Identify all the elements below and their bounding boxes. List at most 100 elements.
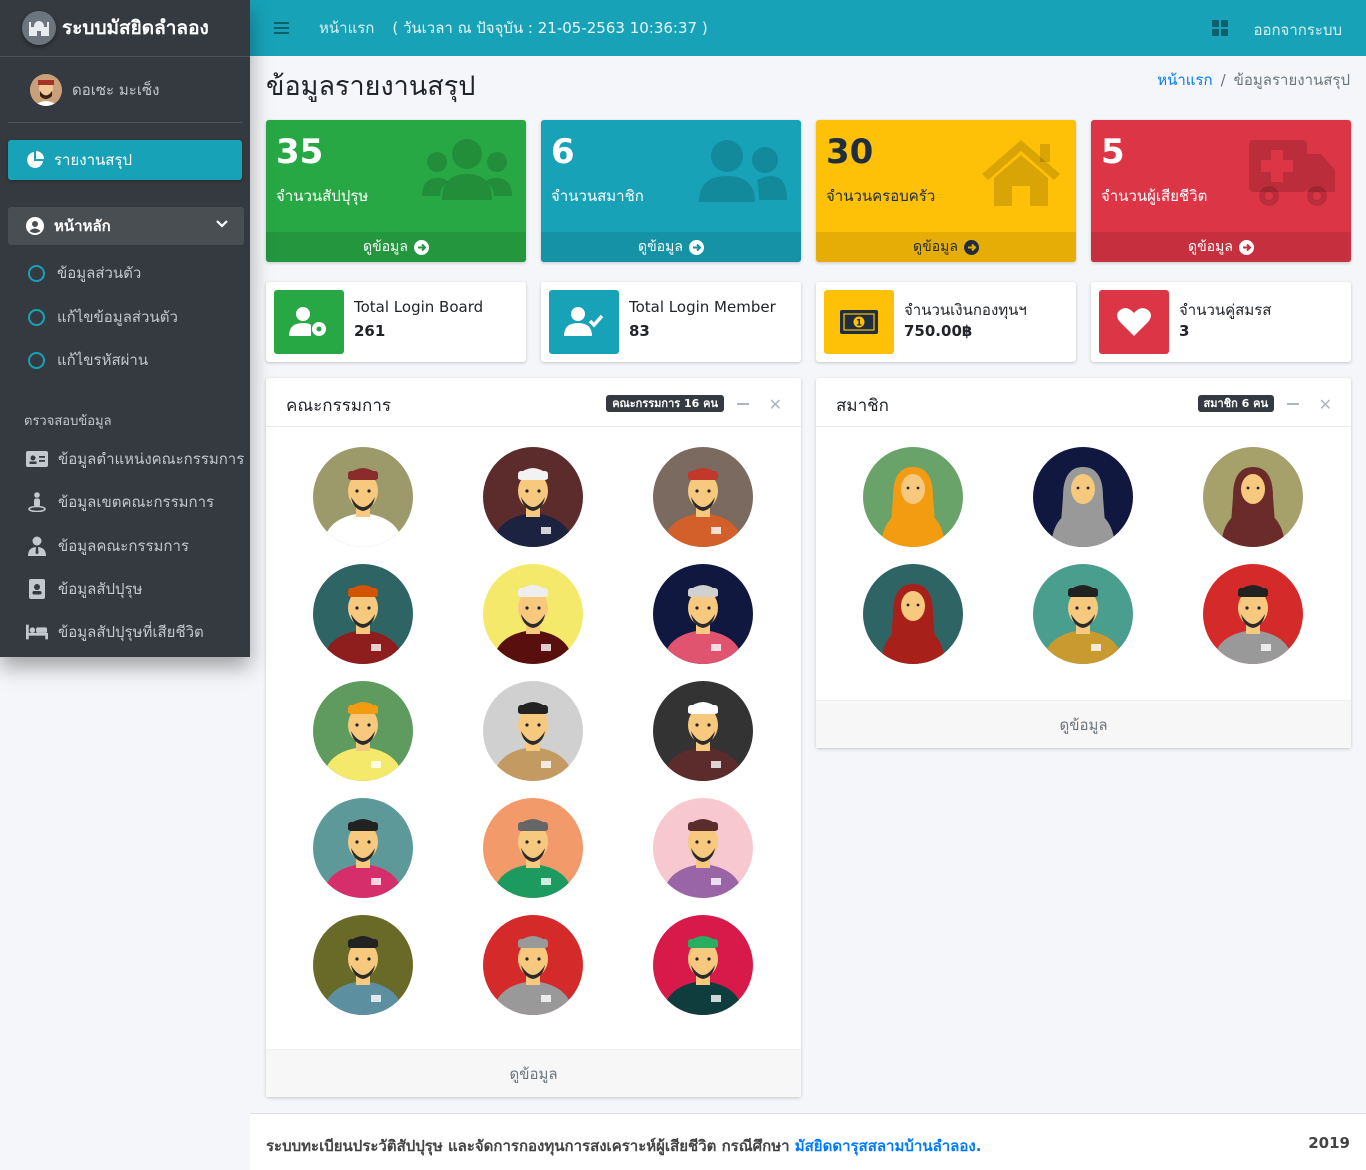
th-large-icon[interactable]: [1212, 20, 1228, 40]
circle-icon: [28, 264, 45, 282]
bed-icon: [26, 623, 48, 641]
circle-icon: [28, 351, 45, 369]
card-header: คณะกรรมการ คณะกรรมการ 16 คน ✕: [266, 378, 801, 427]
card-title: คณะกรรมการ: [286, 396, 392, 416]
stat-box-families: 30 จำนวนครอบครัว ดูข้อมูล: [816, 120, 1076, 262]
info-box-spouses: จำนวนคู่สมรส 3: [1091, 282, 1351, 362]
committee-avatar[interactable]: [653, 798, 753, 898]
committee-avatar[interactable]: [483, 915, 583, 1015]
sidebar-item-label: แก้ไขข้อมูลส่วนตัว: [57, 308, 178, 326]
user-circle-icon: [26, 217, 44, 235]
committee-avatar[interactable]: [313, 798, 413, 898]
users-icon: [422, 138, 512, 208]
count-badge: คณะกรรมการ 16 คน: [606, 395, 724, 412]
stat-box-members: 35 จำนวนสัปปุรุษ ดูข้อมูล: [266, 120, 526, 262]
breadcrumb-home-link[interactable]: หน้าแรก: [1157, 71, 1212, 89]
sidebar-item-profile[interactable]: ข้อมูลส่วนตัว: [28, 261, 141, 285]
sidebar-item-label: ข้อมูลสัปปุรุษ: [58, 580, 143, 598]
svg-text:1: 1: [856, 319, 862, 329]
count-badge: สมาชิก 6 คน: [1197, 395, 1274, 412]
user-check-icon: [549, 290, 619, 354]
committee-avatar[interactable]: [653, 564, 753, 664]
info-title: จำนวนเงินกองทุนฯ: [904, 301, 1027, 319]
sidebar-item-members[interactable]: ข้อมูลสัปปุรุษ: [26, 577, 143, 601]
committee-avatar[interactable]: [653, 447, 753, 547]
sidebar-item-zones[interactable]: ข้อมูลเขตคณะกรรมการ: [26, 490, 214, 514]
stat-label: จำนวนสัปปุรุษ: [276, 187, 369, 205]
id-card-icon: [26, 450, 48, 468]
collapse-icon[interactable]: [737, 403, 749, 405]
current-datetime: ( วันเวลา ณ ปัจจุบัน : 21-05-2563 10:36:…: [392, 19, 708, 37]
sidebar-item-positions[interactable]: ข้อมูลตำแหน่งคณะกรรมการ: [26, 447, 244, 471]
sidebar-item-change-password[interactable]: แก้ไขรหัสผ่าน: [28, 348, 148, 372]
committee-avatar[interactable]: [313, 564, 413, 664]
footer-link[interactable]: มัสยิดดารุสสลามบ้านลำลอง.: [795, 1137, 982, 1155]
stat-more-label: ดูข้อมูล: [913, 239, 958, 255]
committee-avatar[interactable]: [313, 447, 413, 547]
committee-avatar[interactable]: [653, 681, 753, 781]
info-title: จำนวนคู่สมรส: [1179, 301, 1272, 319]
avatar: [30, 73, 62, 106]
committee-avatar[interactable]: [483, 447, 583, 547]
street-view-icon: [26, 492, 48, 512]
info-value: 261: [354, 322, 386, 340]
sidebar-item-edit-profile[interactable]: แก้ไขข้อมูลส่วนตัว: [28, 305, 178, 329]
brand[interactable]: ระบบมัสยิดลำลอง: [0, 0, 250, 57]
stat-more-label: ดูข้อมูล: [1188, 239, 1233, 255]
mosque-logo-icon: [22, 11, 56, 45]
chevron-down-icon: [216, 220, 228, 228]
sidebar-item-summary[interactable]: รายงานสรุป: [8, 140, 242, 180]
info-value: 83: [629, 322, 650, 340]
committee-avatar[interactable]: [483, 564, 583, 664]
sidebar-item-deceased[interactable]: ข้อมูลสัปปุรุษที่เสียชีวิต: [26, 620, 204, 644]
member-avatar[interactable]: [1203, 564, 1303, 664]
user-panel[interactable]: ดอเซะ มะเซ็ง: [8, 57, 242, 123]
stat-more-link[interactable]: ดูข้อมูล: [816, 232, 1076, 262]
info-value: 3: [1179, 322, 1190, 340]
stat-value: 30: [826, 132, 874, 172]
sidebar-item-label: ข้อมูลตำแหน่งคณะกรรมการ: [58, 450, 245, 468]
stat-more-link[interactable]: ดูข้อมูล: [1091, 232, 1351, 262]
sidebar-item-label: รายงานสรุป: [54, 151, 133, 169]
user-friends-icon: [697, 138, 787, 208]
sidebar: ระบบมัสยิดลำลอง ดอเซะ มะเซ็ง รายงานสรุป …: [0, 0, 250, 657]
info-box-fund: 1 จำนวนเงินกองทุนฯ 750.00฿: [816, 282, 1076, 362]
heart-icon: [1099, 290, 1169, 354]
close-icon[interactable]: ✕: [1319, 395, 1332, 414]
committee-avatar[interactable]: [313, 915, 413, 1015]
member-avatar[interactable]: [1033, 564, 1133, 664]
arrow-circle-right-icon: [1238, 239, 1254, 255]
info-title: Total Login Member: [629, 298, 776, 316]
member-avatar[interactable]: [863, 564, 963, 664]
committee-avatar[interactable]: [653, 915, 753, 1015]
nav-home-link[interactable]: หน้าแรก: [319, 16, 374, 40]
menu-toggle-icon[interactable]: [274, 22, 289, 34]
stat-more-label: ดูข้อมูล: [638, 239, 683, 255]
stat-label: จำนวนผู้เสียชีวิต: [1101, 187, 1208, 205]
member-avatar[interactable]: [1203, 447, 1303, 547]
logout-link[interactable]: ออกจากระบบ: [1253, 18, 1342, 42]
page-title: ข้อมูลรายงานสรุป: [266, 71, 476, 102]
stat-more-link[interactable]: ดูข้อมูล: [541, 232, 801, 262]
address-book-icon: [26, 579, 48, 599]
committee-avatar[interactable]: [483, 681, 583, 781]
stat-more-label: ดูข้อมูล: [363, 239, 408, 255]
close-icon[interactable]: ✕: [769, 395, 782, 414]
info-title: Total Login Board: [354, 298, 484, 316]
sidebar-item-committee[interactable]: ข้อมูลคณะกรรมการ: [26, 534, 189, 558]
circle-icon: [28, 308, 45, 326]
committee-avatar[interactable]: [313, 681, 413, 781]
view-all-link[interactable]: ดูข้อมูล: [266, 1049, 801, 1097]
top-navbar: หน้าแรก ( วันเวลา ณ ปัจจุบัน : 21-05-256…: [250, 0, 1366, 56]
stat-label: จำนวนครอบครัว: [826, 187, 936, 205]
view-all-link[interactable]: ดูข้อมูล: [816, 700, 1351, 748]
sidebar-item-label: ข้อมูลสัปปุรุษที่เสียชีวิต: [58, 623, 204, 641]
brand-name: ระบบมัสยิดลำลอง: [62, 17, 209, 39]
stat-more-link[interactable]: ดูข้อมูล: [266, 232, 526, 262]
sidebar-menu-home[interactable]: หน้าหลัก: [8, 207, 244, 245]
collapse-icon[interactable]: [1287, 403, 1299, 405]
member-avatar[interactable]: [863, 447, 963, 547]
member-avatar[interactable]: [1033, 447, 1133, 547]
committee-avatar[interactable]: [483, 798, 583, 898]
stat-value: 6: [551, 132, 575, 172]
